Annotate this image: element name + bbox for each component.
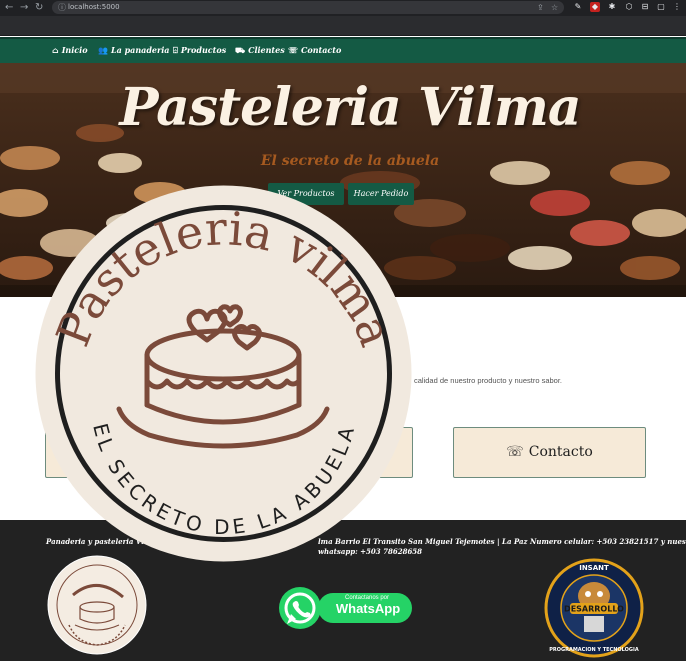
menu-icon[interactable]: ⋮ bbox=[672, 2, 682, 12]
sidepanel-icon[interactable]: ▢ bbox=[656, 2, 666, 12]
site-info-icon[interactable]: ⓘ bbox=[58, 1, 66, 14]
nav-label: La panaderia bbox=[110, 45, 170, 55]
footer-logo bbox=[47, 555, 147, 655]
phone-icon: ☏ bbox=[288, 45, 299, 55]
badge-top-text: INSANT bbox=[579, 564, 609, 572]
forward-icon[interactable]: → bbox=[20, 1, 28, 15]
bookmarks-bar bbox=[0, 16, 686, 36]
truck-icon: ⛟ bbox=[235, 45, 246, 55]
whatsapp-button[interactable]: Contactanos por WhatsApp bbox=[278, 586, 418, 630]
nav-label: Productos bbox=[180, 45, 227, 55]
nav-label: Clientes bbox=[248, 45, 285, 55]
url-text: localhost:5000 bbox=[68, 3, 120, 11]
extension-puzzle-icon[interactable]: ✱ bbox=[607, 2, 617, 12]
users-icon: 👥 bbox=[98, 45, 108, 55]
extension-red-icon[interactable]: ◆ bbox=[590, 2, 600, 12]
nav-item-contacto[interactable]: ☏ Contacto bbox=[288, 44, 341, 56]
browser-toolbar: ← → ↻ ⓘ localhost:5000 ⇪ ☆ ✎ ◆ ✱ ⬡ ⊟ ▢ ⋮ bbox=[0, 0, 686, 16]
brand-logo-overlay: Pasteleria vilma EL SECRETO DE LA ABUELA bbox=[35, 185, 412, 562]
badge-center-text: DESARROLLO bbox=[564, 605, 624, 614]
bookmark-star-icon[interactable]: ☆ bbox=[551, 1, 558, 14]
home-icon: ⌂ bbox=[52, 45, 59, 55]
site-navbar: ⌂ Inicio 👥 La panaderia ⌹ Productos ⛟ Client… bbox=[0, 37, 686, 63]
address-bar[interactable]: ⓘ localhost:5000 ⇪ ☆ bbox=[52, 1, 564, 14]
nav-label: Contacto bbox=[301, 45, 342, 55]
back-icon[interactable]: ← bbox=[5, 1, 13, 15]
extension-box-icon[interactable]: ⬡ bbox=[624, 2, 634, 12]
contact-card[interactable]: ☏ Contacto bbox=[453, 427, 646, 478]
hero-subtitle: El secreto de la abuela bbox=[260, 153, 440, 169]
hero-title: Pasteleria Vilma bbox=[119, 77, 581, 138]
tab-search-icon[interactable]: ⊟ bbox=[640, 2, 650, 12]
whatsapp-icon bbox=[279, 587, 321, 629]
nav-label: Inicio bbox=[61, 45, 88, 55]
comments-icon: ☏ bbox=[506, 444, 524, 460]
store-icon: ⌹ bbox=[173, 45, 178, 55]
badge-bottom-text: PROGRAMACION Y TECNOLOGIA bbox=[549, 647, 639, 653]
contact-card-text: Contacto bbox=[528, 444, 593, 460]
nav-item-la-panaderia[interactable]: 👥 La panaderia bbox=[98, 44, 169, 56]
insant-badge: DESARROLLO INSANT PROGRAMACION Y TECNOLO… bbox=[544, 558, 644, 658]
share-icon[interactable]: ⇪ bbox=[537, 1, 544, 14]
mission-text: calidad de nuestro producto y nuestro sa… bbox=[414, 376, 563, 385]
contact-card-label: ☏ Contacto bbox=[454, 428, 645, 477]
whatsapp-label: WhatsApp bbox=[335, 601, 401, 616]
nav-item-clientes[interactable]: ⛟ Clientes bbox=[235, 44, 285, 56]
extension-pen-icon[interactable]: ✎ bbox=[573, 2, 583, 12]
nav-item-inicio[interactable]: ⌂ Inicio bbox=[52, 44, 88, 56]
reload-icon[interactable]: ↻ bbox=[35, 1, 43, 15]
nav-item-productos[interactable]: ⌹ Productos bbox=[173, 44, 226, 56]
